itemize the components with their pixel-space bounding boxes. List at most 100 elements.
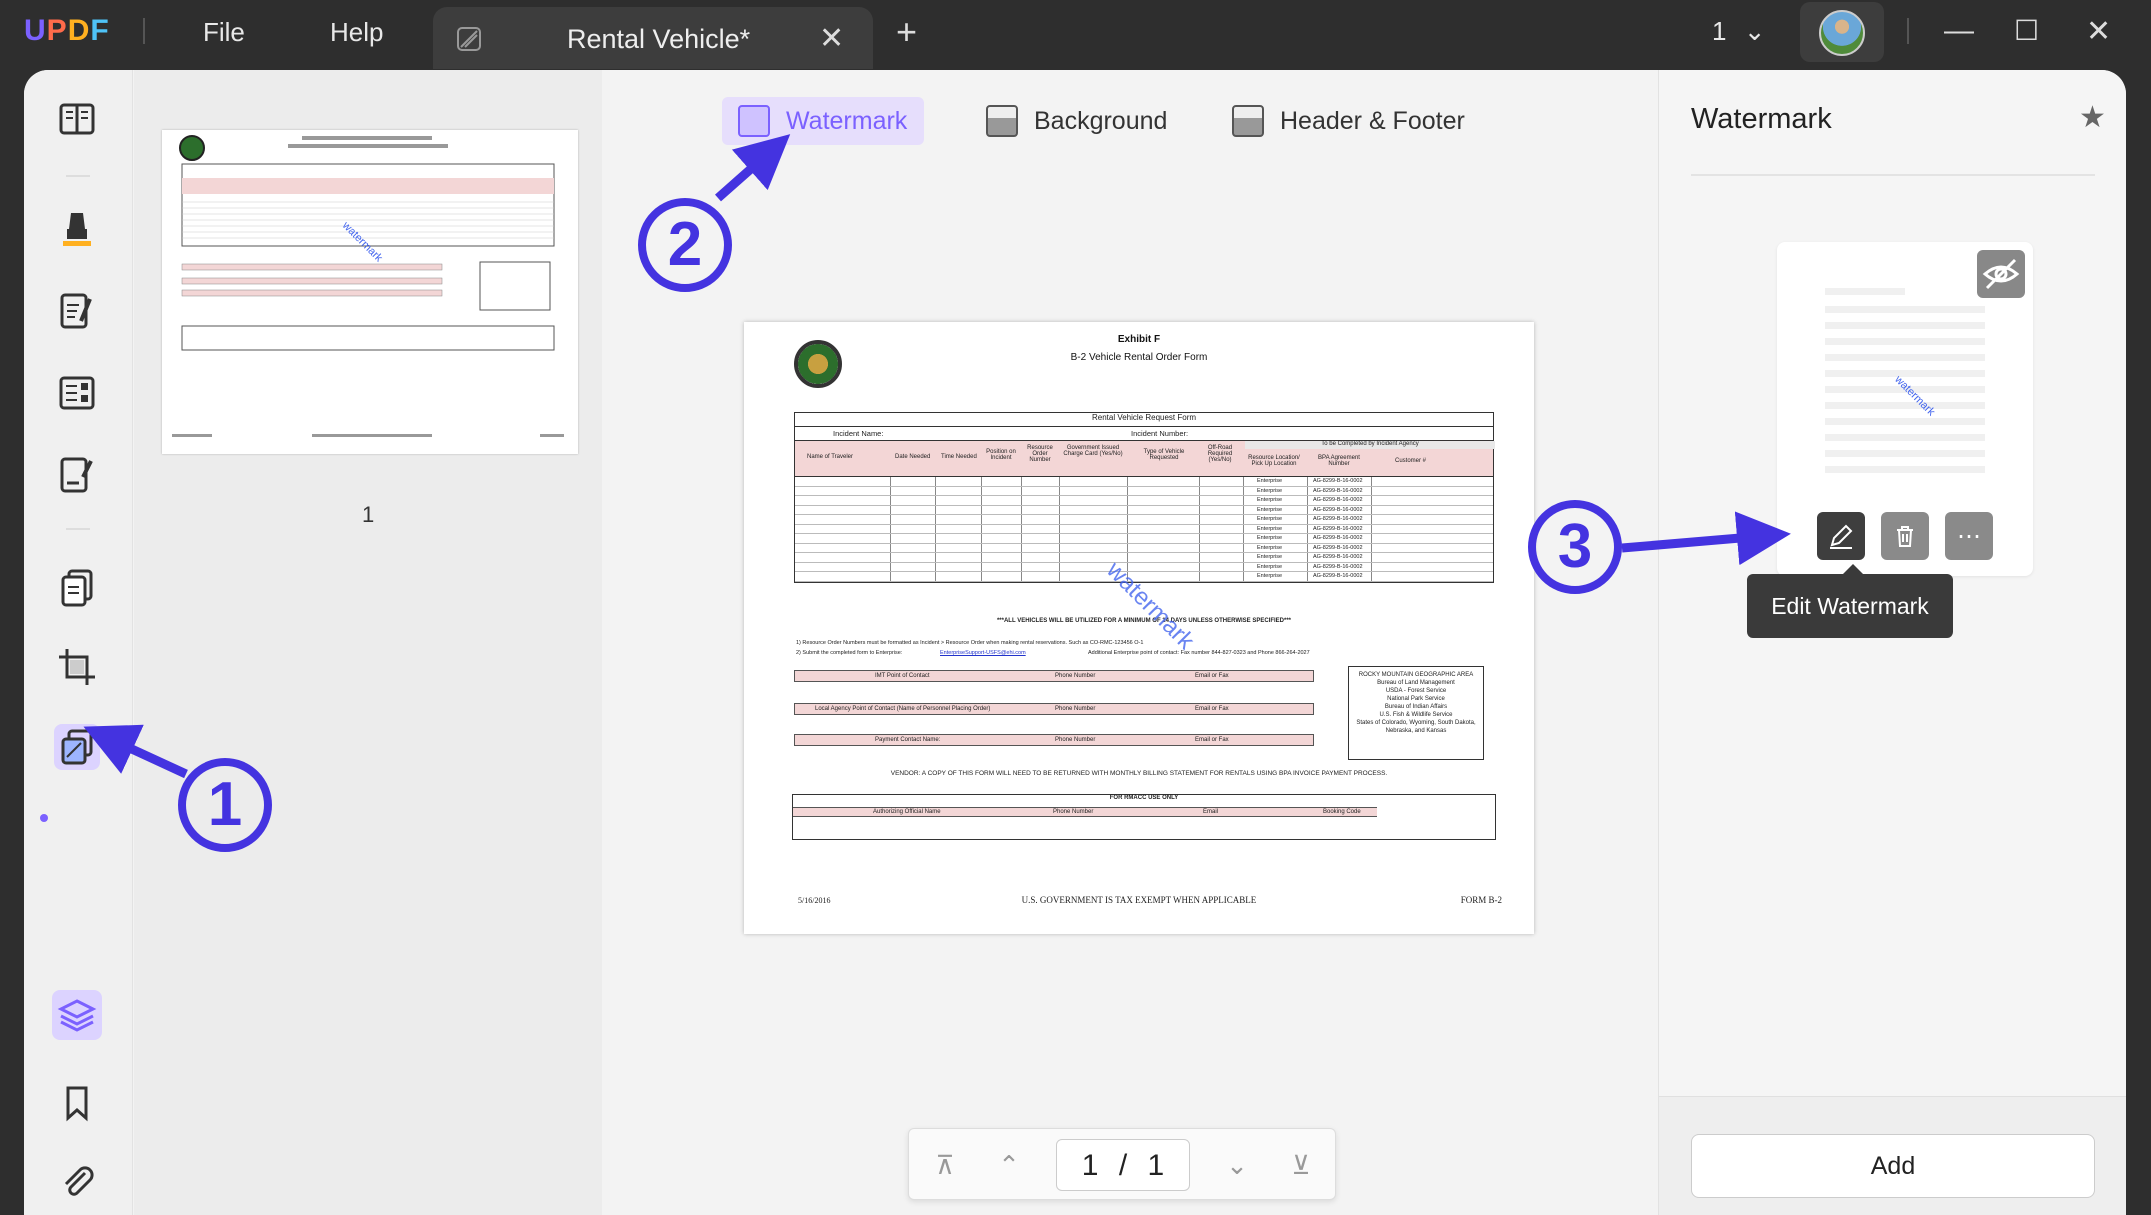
crop-icon[interactable] — [54, 644, 100, 690]
table-gridline — [1021, 562, 1022, 571]
email-label: Email or Fax — [1195, 673, 1229, 679]
table-gridline — [1371, 515, 1372, 524]
col-header: BPA Agreement Number — [1318, 455, 1360, 467]
add-button[interactable]: Add — [1691, 1134, 2095, 1198]
table-gridline — [1307, 515, 1308, 524]
phone-label: Phone Number — [1055, 673, 1096, 679]
edit-pdf-icon[interactable] — [54, 288, 100, 334]
preview-line — [1825, 370, 1985, 377]
tab-header-footer[interactable]: Header & Footer — [1216, 97, 1481, 145]
table-gridline — [981, 486, 982, 495]
table-gridline — [1243, 486, 1244, 495]
menu-help[interactable]: Help — [330, 17, 383, 48]
preview-line — [1825, 338, 1985, 345]
more-options-icon[interactable]: ⋯ — [1945, 512, 1993, 560]
table-gridline — [935, 534, 936, 543]
watermark-panel: Watermark ★ watermark ⋯ Edit Watermark A… — [1658, 70, 2126, 1215]
last-page-icon[interactable]: ⊻ — [1283, 1147, 1319, 1183]
next-page-icon[interactable]: ⌄ — [1219, 1147, 1255, 1183]
col-header: Position on Incident — [986, 449, 1016, 461]
table-header: Name of Traveler Date Needed Time Needed… — [795, 441, 1495, 477]
table-row: Enterprise AG-8299-B-16-0002 — [795, 515, 1493, 525]
table-gridline — [1199, 486, 1200, 495]
organize-pages-icon[interactable] — [54, 564, 100, 610]
edit-icon[interactable] — [1817, 512, 1865, 560]
table-gridline — [1243, 534, 1244, 543]
first-page-icon[interactable]: ⊼ — [927, 1147, 963, 1183]
contact-row: IMT Point of Contact Phone Number Email … — [794, 670, 1314, 682]
table-gridline — [1243, 505, 1244, 514]
table-row: Enterprise AG-8299-B-16-0002 — [795, 477, 1493, 487]
page-selector[interactable]: 1 ⌄ — [1712, 16, 1766, 47]
menu-file[interactable]: File — [203, 17, 245, 48]
page-separator: / — [1118, 1149, 1128, 1182]
contact-row: Local Agency Point of Contact (Name of P… — [794, 703, 1314, 715]
form-icon[interactable] — [54, 370, 100, 416]
close-tab-icon[interactable]: ✕ — [819, 21, 844, 56]
table-gridline — [1307, 486, 1308, 495]
maximize-icon[interactable]: ☐ — [2014, 14, 2039, 47]
page-selector-value: 1 — [1712, 16, 1727, 46]
col-header: Resource Location/ Pick Up Location — [1248, 455, 1300, 467]
table-gridline — [1059, 572, 1060, 581]
col-header-group: To be Completed by Incident Agency — [1245, 441, 1495, 449]
agency-seal — [794, 340, 842, 388]
table-gridline — [1127, 553, 1128, 562]
sign-icon[interactable] — [54, 452, 100, 498]
table-gridline — [1021, 477, 1022, 486]
preview-line — [1825, 418, 1985, 425]
hide-icon[interactable] — [1977, 250, 2025, 298]
row-bpa: AG-8299-B-16-0002 — [1313, 525, 1363, 532]
table-row: Enterprise AG-8299-B-16-0002 — [795, 534, 1493, 544]
row-bpa: AG-8299-B-16-0002 — [1313, 497, 1363, 503]
thumbnail-pane: watermark 1 — [134, 70, 602, 1215]
form-title: B-2 Vehicle Rental Order Form — [1070, 352, 1208, 363]
watermark-template-card[interactable]: watermark ⋯ — [1777, 242, 2033, 576]
table-gridline — [1371, 534, 1372, 543]
toolbar-separator — [66, 175, 90, 177]
background-icon — [986, 105, 1018, 137]
table-gridline — [981, 534, 982, 543]
document-page[interactable]: Exhibit F B-2 Vehicle Rental Order Form … — [744, 322, 1534, 934]
layers-icon[interactable] — [52, 990, 102, 1040]
vendor-note: VENDOR: A COPY OF THIS FORM WILL NEED TO… — [890, 770, 1388, 777]
row-bpa: AG-8299-B-16-0002 — [1313, 478, 1363, 484]
new-tab-icon[interactable]: + — [896, 14, 917, 50]
highlighter-icon[interactable] — [54, 206, 100, 252]
left-toolbar — [24, 70, 133, 1215]
tab-background[interactable]: Background — [970, 97, 1183, 145]
table-gridline — [1371, 553, 1372, 562]
contact-row-label: IMT Point of Contact — [875, 673, 930, 679]
row-location: Enterprise — [1257, 487, 1283, 494]
enterprise-email-link[interactable]: EnterpriseSupport-USFS@ehi.com — [940, 650, 1026, 656]
attachment-icon[interactable] — [54, 1158, 100, 1204]
previous-page-icon[interactable]: ⌃ — [991, 1147, 1027, 1183]
phone-label: Phone Number — [1055, 737, 1096, 743]
document-tab[interactable]: Rental Vehicle* ✕ — [433, 7, 873, 69]
table-gridline — [1199, 505, 1200, 514]
footer-form: FORM B-2 — [1460, 895, 1502, 905]
incident-name-label: Incident Name: — [833, 429, 884, 438]
minimize-icon[interactable]: — — [1944, 14, 1974, 48]
page-thumbnail[interactable]: watermark — [162, 130, 578, 454]
page-number-input[interactable]: 1 / 1 — [1056, 1139, 1190, 1191]
tab-watermark[interactable]: Watermark — [722, 97, 924, 145]
row-bpa: AG-8299-B-16-0002 — [1313, 506, 1363, 513]
star-icon[interactable]: ★ — [2079, 100, 2106, 135]
account-button[interactable] — [1800, 2, 1884, 62]
table-gridline — [890, 562, 891, 571]
delete-icon[interactable] — [1881, 512, 1929, 560]
table-gridline — [1371, 572, 1372, 581]
row-location: Enterprise — [1257, 525, 1283, 532]
incident-row: Incident Name: Incident Number: — [795, 427, 1493, 441]
row-bpa: AG-8299-B-16-0002 — [1313, 516, 1363, 522]
rmg-line: States of Colorado, Wyoming, South Dakot… — [1356, 720, 1476, 734]
close-window-icon[interactable]: ✕ — [2086, 14, 2111, 49]
page-tools-icon[interactable] — [54, 724, 100, 770]
bookmark-icon[interactable] — [54, 1080, 100, 1126]
table-gridline — [1307, 572, 1308, 581]
reader-icon[interactable] — [54, 96, 100, 142]
row-location: Enterprise — [1257, 544, 1283, 551]
row-bpa: AG-8299-B-16-0002 — [1313, 487, 1363, 494]
table-gridline — [1127, 505, 1128, 514]
